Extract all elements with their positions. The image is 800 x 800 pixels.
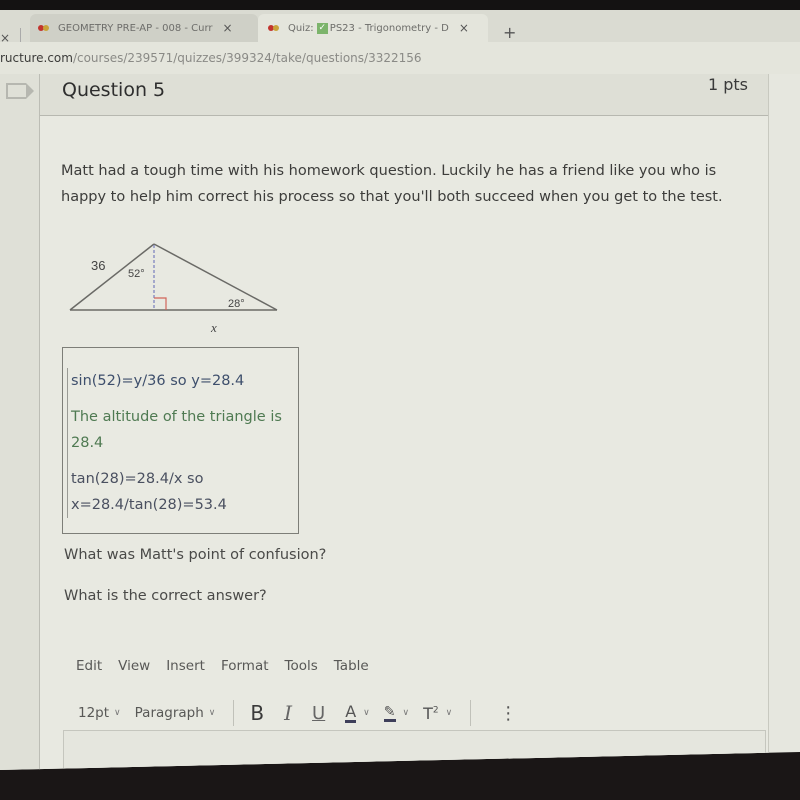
question-points: 1 pts [707, 75, 748, 94]
chevron-down-icon: ∨ [208, 708, 216, 718]
bold-button[interactable]: B [250, 701, 264, 725]
followup-question-answer: What is the correct answer? [64, 588, 267, 604]
underline-button[interactable]: U [312, 703, 325, 724]
menu-table[interactable]: Table [334, 658, 369, 674]
address-bar[interactable]: ructure.com/courses/239571/quizzes/39932… [0, 42, 800, 74]
close-tab-icon[interactable]: × [459, 21, 469, 35]
superscript-button[interactable]: T2 ∨ [423, 704, 452, 723]
close-tab-icon[interactable]: × [223, 21, 233, 35]
work-line-result: x=28.4/tan(28)=53.4 [71, 497, 227, 513]
more-options-icon[interactable]: ⋮ [499, 703, 517, 724]
url-path: /courses/239571/quizzes/399324/take/ques… [72, 51, 422, 65]
tab-label-prefix: Quiz: [288, 22, 314, 34]
tab-quiz[interactable]: Quiz: ✓ PS23 - Trigonometry - D × [258, 14, 488, 42]
answer-editor[interactable] [63, 730, 766, 770]
chevron-down-icon: ∨ [402, 708, 410, 718]
side-right [153, 243, 278, 311]
side-label: 36 [91, 258, 105, 273]
chevron-down-icon: ∨ [363, 708, 370, 718]
left-gutter [0, 74, 40, 770]
checkmark-icon: ✓ [316, 22, 328, 34]
editor-toolbar: 12pt ∨ Paragraph ∨ B I U A ∨ ✎ ∨ T2 ∨ ⋮ [78, 698, 608, 728]
tab-geometry[interactable]: GEOMETRY PRE-AP - 008 - Curr × [30, 14, 258, 42]
chevron-down-icon: ∨ [445, 708, 453, 718]
tab-label: GEOMETRY PRE-AP - 008 - Curr [58, 22, 213, 34]
highlight-color-button[interactable]: ✎ ∨ [383, 703, 410, 722]
question-card: Question 5 1 pts Matt had a tough time w… [39, 74, 769, 770]
canvas-favicon-icon [268, 25, 282, 31]
url-host: ructure.com [0, 51, 73, 65]
top-angle-label: 52° [128, 268, 145, 280]
right-angle-marker [154, 297, 167, 310]
superscript-icon: T2 [423, 703, 439, 723]
tab-label: PS23 - Trigonometry - D [329, 22, 449, 34]
toolbar-divider [233, 700, 235, 726]
flag-question-icon[interactable] [6, 83, 34, 99]
canvas-favicon-icon [38, 25, 52, 31]
text-color-button[interactable]: A ∨ [345, 701, 370, 723]
editor-menubar: Edit View Insert Format Tools Table [76, 658, 385, 674]
followup-question-confusion: What was Matt's point of confusion? [64, 547, 327, 563]
question-header: Question 5 1 pts [40, 74, 768, 116]
font-size-select[interactable]: 12pt ∨ [78, 705, 121, 721]
chevron-down-icon: ∨ [114, 708, 121, 718]
new-tab-button[interactable]: + [503, 23, 516, 42]
student-work: sin(52)=y/36 so y=28.4 The altitude of t… [67, 368, 292, 518]
work-line-sin: sin(52)=y/36 so y=28.4 [71, 373, 245, 389]
triangle-diagram: 36 52° 28° x [69, 243, 278, 335]
student-work-box: sin(52)=y/36 so y=28.4 The altitude of t… [62, 347, 299, 534]
highlighter-icon: ✎ [383, 703, 396, 722]
work-line-tan: tan(28)=28.4/x so [71, 471, 204, 487]
question-title: Question 5 [62, 79, 166, 101]
menu-format[interactable]: Format [221, 658, 269, 674]
work-line-altitude: The altitude of the triangle is [71, 409, 282, 425]
menu-edit[interactable]: Edit [76, 658, 102, 674]
right-angle-label: 28° [228, 298, 245, 310]
text-color-icon: A [345, 701, 357, 723]
browser-screen: × GEOMETRY PRE-AP - 008 - Curr × Quiz: ✓… [0, 0, 800, 770]
toolbar-divider [470, 700, 472, 726]
menu-view[interactable]: View [118, 658, 150, 674]
italic-button[interactable]: I [284, 701, 292, 725]
work-line-altitude-value: 28.4 [71, 435, 104, 451]
question-prompt: Matt had a tough time with his homework … [61, 163, 723, 205]
base-label: x [210, 320, 217, 335]
menu-tools[interactable]: Tools [285, 658, 318, 674]
block-format-value: Paragraph [134, 705, 204, 721]
block-format-select[interactable]: Paragraph ∨ [135, 705, 216, 721]
font-size-value: 12pt [78, 705, 110, 721]
menu-insert[interactable]: Insert [166, 658, 205, 674]
tab-bar: × GEOMETRY PRE-AP - 008 - Curr × Quiz: ✓… [0, 10, 800, 45]
